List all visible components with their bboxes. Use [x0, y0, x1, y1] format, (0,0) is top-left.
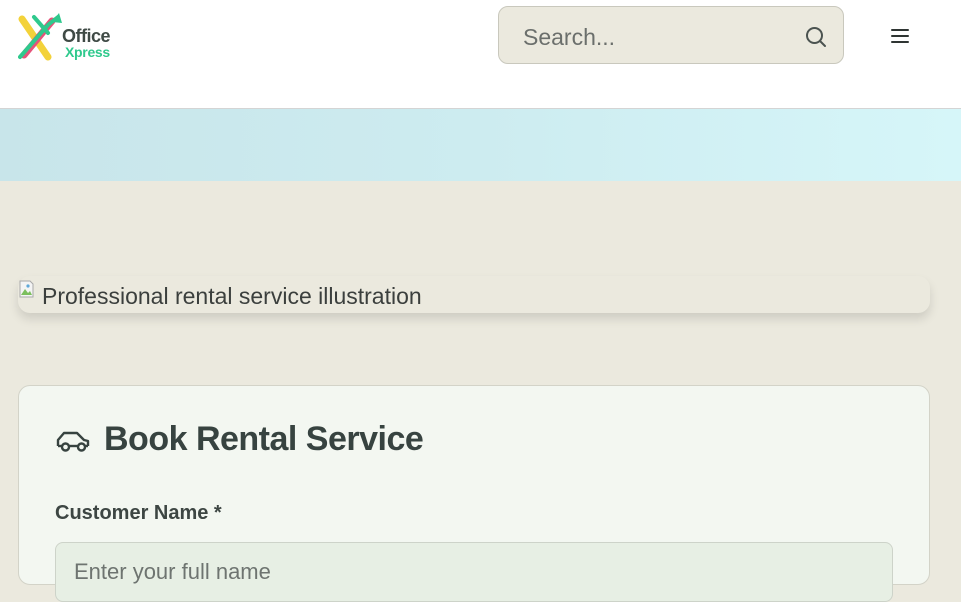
customer-name-input[interactable] [55, 542, 893, 602]
image-alt-text: Professional rental service illustration [42, 283, 422, 309]
car-icon [56, 431, 90, 452]
logo-word-xpress: Xpress [65, 44, 110, 60]
search-icon[interactable] [805, 26, 827, 48]
rental-illustration-image: Professional rental service illustration [18, 276, 930, 313]
office-xpress-logo[interactable]: Office Xpress [18, 11, 118, 63]
site-header: Office Xpress Search... [0, 0, 961, 109]
form-title: Book Rental Service [104, 420, 424, 458]
search-box[interactable]: Search... [498, 6, 844, 64]
hero-banner [0, 109, 961, 181]
search-input[interactable]: Search... [523, 24, 615, 51]
broken-image-icon [19, 280, 34, 298]
customer-name-label: Customer Name * [55, 502, 222, 524]
booking-form-card: Book Rental Service Customer Name * [18, 385, 930, 602]
hamburger-menu-icon[interactable] [889, 27, 911, 45]
